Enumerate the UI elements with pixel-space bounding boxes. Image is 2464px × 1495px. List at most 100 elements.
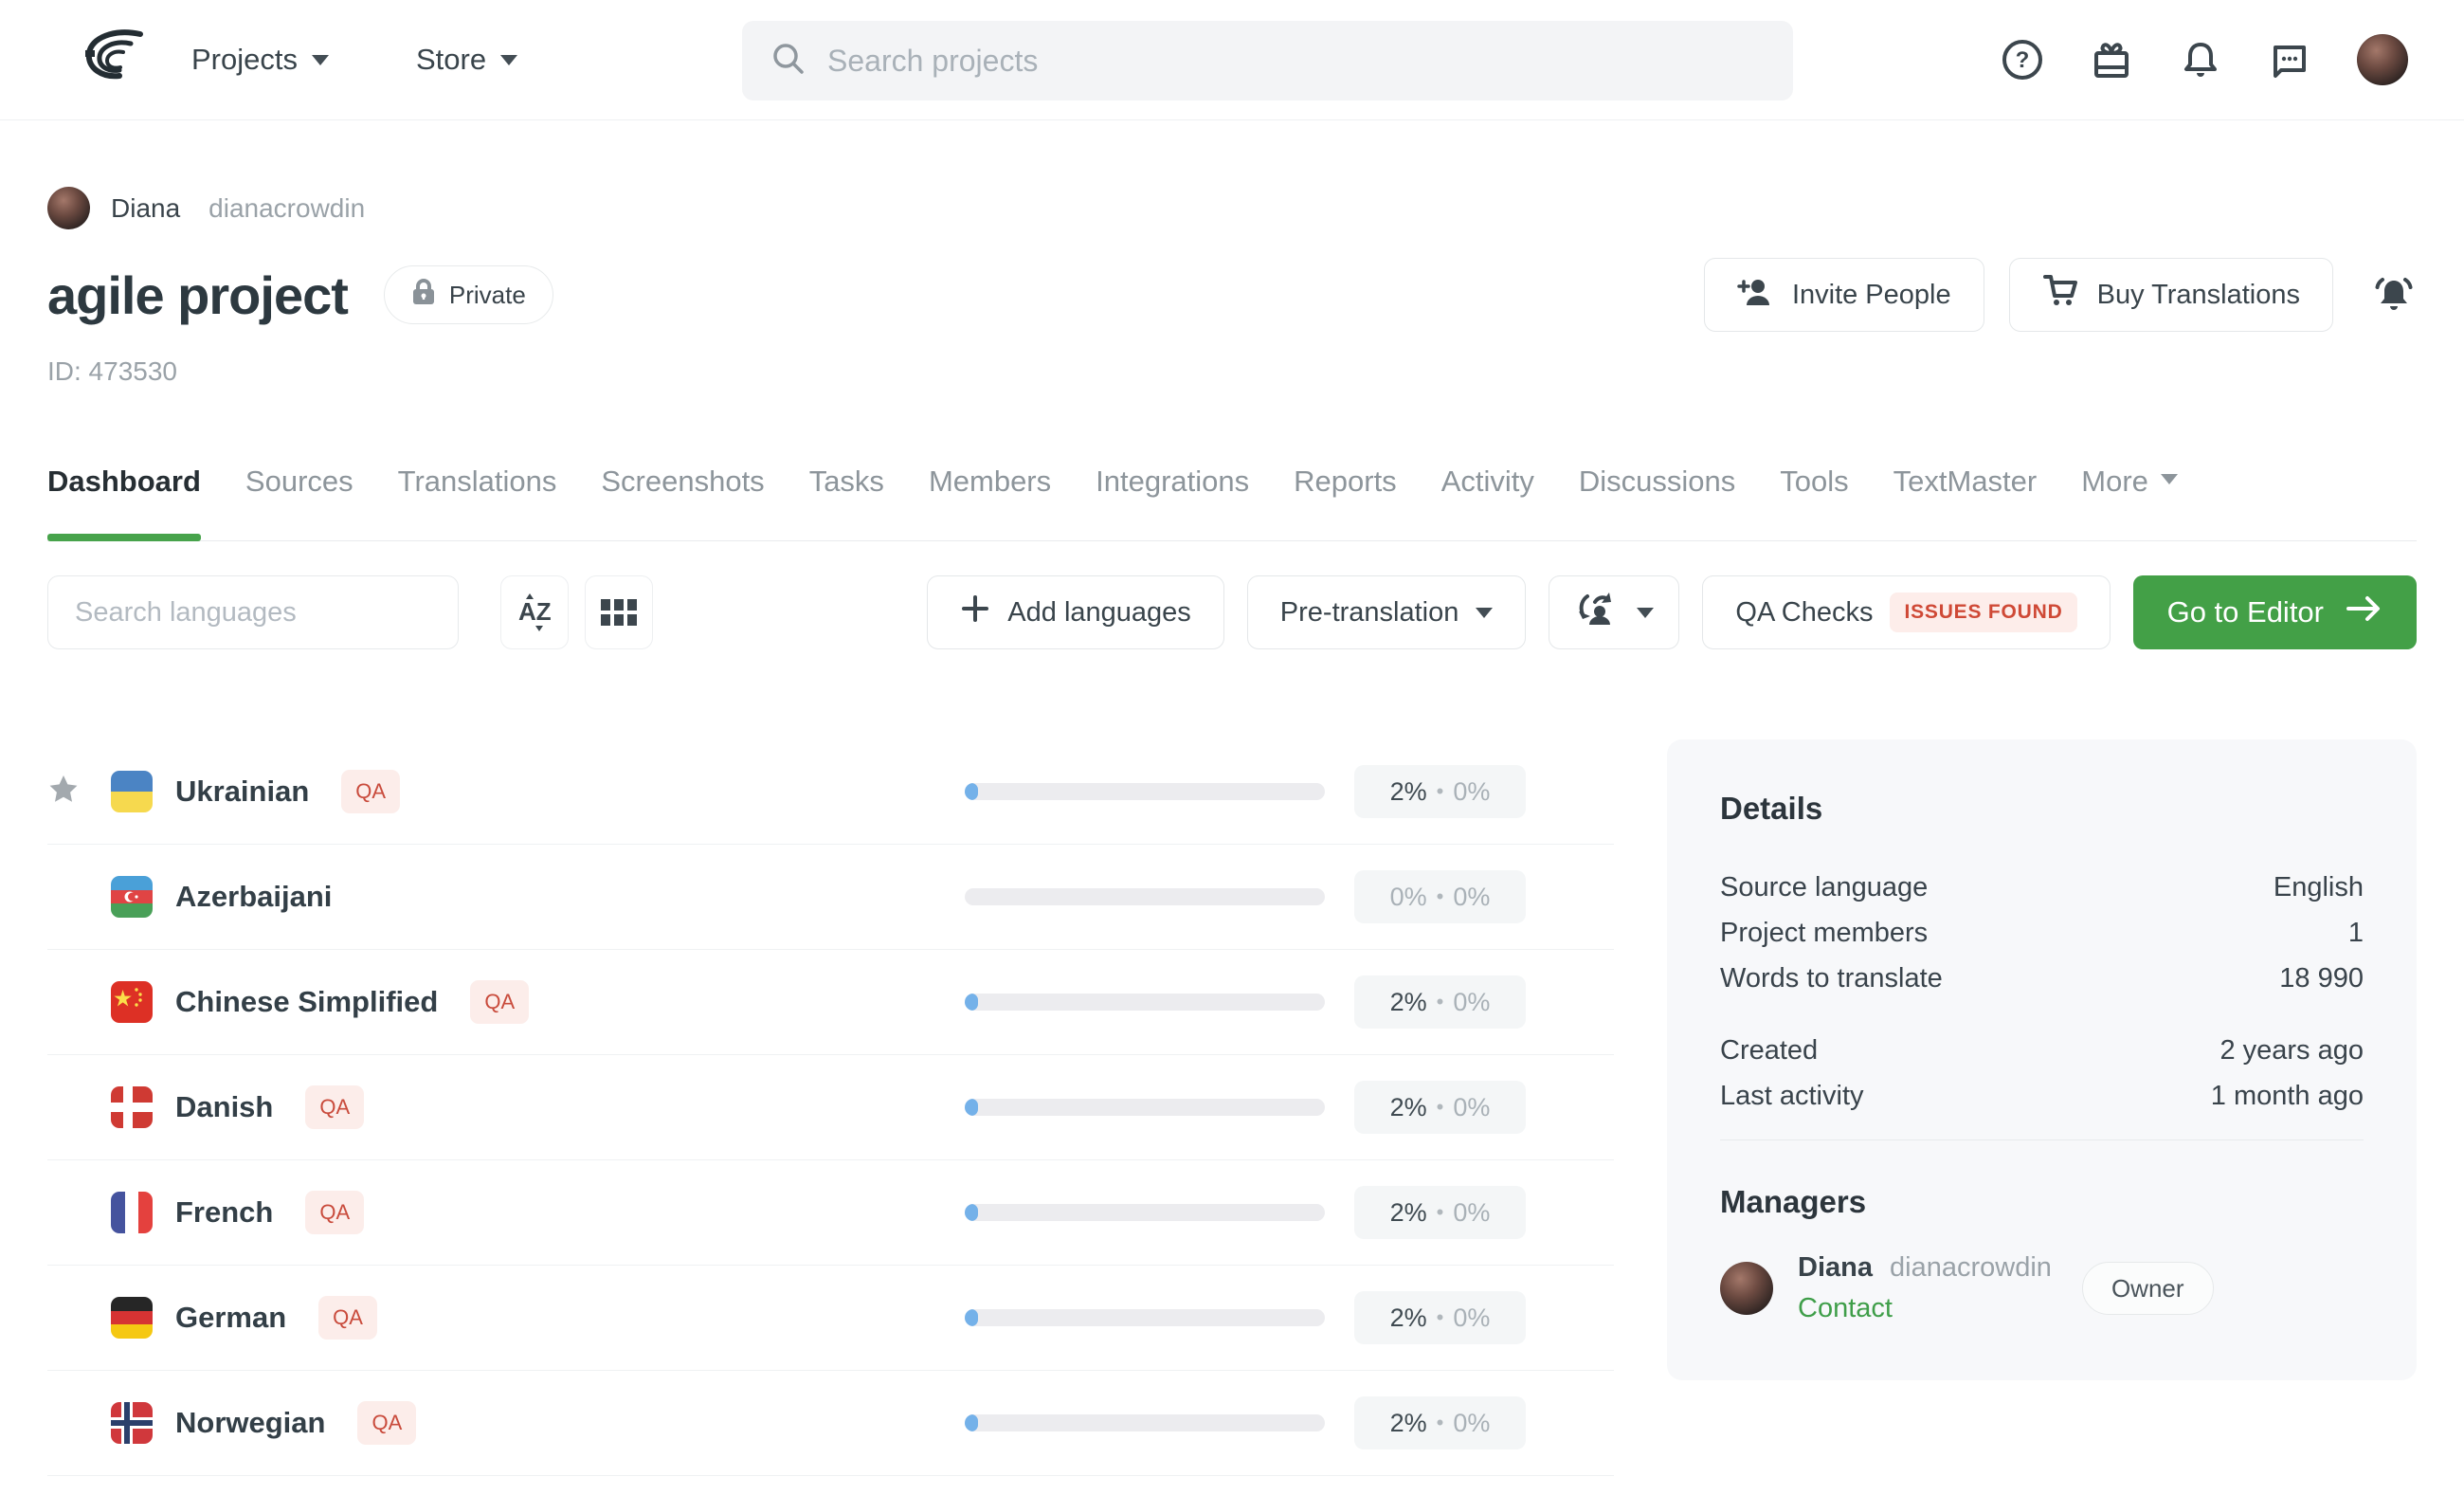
- tab-textmaster[interactable]: TextMaster: [1893, 465, 2038, 540]
- go-to-editor-label: Go to Editor: [2167, 595, 2324, 629]
- tab-tools[interactable]: Tools: [1780, 465, 1848, 540]
- qa-checks-button[interactable]: QA Checks ISSUES FOUND: [1702, 575, 2110, 649]
- help-icon[interactable]: ?: [2001, 38, 2044, 82]
- manager-role-badge: Owner: [2082, 1262, 2214, 1315]
- qa-issues-badge[interactable]: QA: [357, 1401, 416, 1445]
- tab-reports[interactable]: Reports: [1294, 465, 1397, 540]
- language-name[interactable]: Azerbaijani: [175, 880, 332, 914]
- language-name[interactable]: French: [175, 1195, 273, 1230]
- qa-issues-badge[interactable]: QA: [341, 770, 400, 813]
- messages-icon[interactable]: [2268, 38, 2311, 82]
- qa-issues-badge[interactable]: QA: [470, 980, 529, 1024]
- flag-azerbaijan-icon: [111, 876, 153, 918]
- owner-avatar[interactable]: [47, 187, 90, 229]
- language-row-danish[interactable]: Danish QA 2% • 0%: [47, 1055, 1614, 1160]
- nav-projects-label: Projects: [191, 43, 298, 77]
- notifications-bell-icon[interactable]: [2179, 38, 2222, 82]
- detail-project-members: Project members1: [1720, 910, 2364, 956]
- plus-icon: [960, 593, 990, 631]
- translation-progress-bar: [965, 994, 1325, 1011]
- nav-projects-menu[interactable]: Projects: [191, 43, 329, 77]
- chevron-down-icon: [2161, 474, 2178, 484]
- page-title: agile project: [47, 264, 348, 326]
- owner-name[interactable]: Diana: [111, 193, 180, 224]
- nav-store-menu[interactable]: Store: [416, 43, 517, 77]
- gift-icon[interactable]: [2090, 38, 2133, 82]
- search-languages-input[interactable]: [47, 575, 459, 649]
- go-to-editor-button[interactable]: Go to Editor: [2133, 575, 2417, 649]
- language-name[interactable]: Chinese Simplified: [175, 985, 438, 1019]
- language-row-azerbaijani[interactable]: Azerbaijani 0% • 0%: [47, 845, 1614, 950]
- language-row-french[interactable]: French QA 2% • 0%: [47, 1160, 1614, 1266]
- sync-person-icon: [1574, 587, 1620, 638]
- chevron-down-icon: [312, 55, 329, 65]
- sort-az-button[interactable]: AZ: [500, 575, 569, 649]
- project-notifications-bell-icon[interactable]: [2371, 273, 2417, 317]
- language-name[interactable]: German: [175, 1301, 286, 1335]
- owner-handle: dianacrowdin: [208, 193, 365, 224]
- search-projects-input[interactable]: [827, 44, 1765, 79]
- manager-handle: dianacrowdin: [1890, 1252, 2052, 1283]
- tab-members[interactable]: Members: [929, 465, 1051, 540]
- grid-view-button[interactable]: [585, 575, 653, 649]
- flag-china-icon: [111, 981, 153, 1023]
- user-avatar[interactable]: [2357, 34, 2408, 85]
- nav-links: Projects Store: [191, 0, 517, 119]
- tab-dashboard[interactable]: Dashboard: [47, 465, 201, 540]
- top-navbar: Projects Store ?: [0, 0, 2464, 120]
- buy-translations-button[interactable]: Buy Translations: [2009, 258, 2333, 332]
- language-row-norwegian[interactable]: Norwegian QA 2% • 0%: [47, 1371, 1614, 1476]
- chevron-down-icon: [500, 55, 517, 65]
- translation-progress-bar: [965, 1414, 1325, 1431]
- global-search[interactable]: [742, 21, 1793, 100]
- buy-translations-label: Buy Translations: [2097, 280, 2300, 311]
- invite-people-button[interactable]: Invite People: [1704, 258, 1984, 332]
- manager-avatar[interactable]: [1720, 1262, 1773, 1315]
- progress-stats-badge[interactable]: 2% • 0%: [1354, 1186, 1526, 1239]
- divider: [1720, 1139, 2364, 1140]
- favorite-star-icon[interactable]: [47, 774, 80, 811]
- navbar-icons: ?: [2001, 0, 2408, 119]
- pre-translation-label: Pre-translation: [1280, 597, 1459, 629]
- qa-issues-badge[interactable]: QA: [305, 1085, 364, 1129]
- manager-contact-link[interactable]: Contact: [1798, 1293, 2052, 1324]
- tab-screenshots[interactable]: Screenshots: [601, 465, 764, 540]
- language-row-chinese-simplified[interactable]: Chinese Simplified QA 2% • 0%: [47, 950, 1614, 1055]
- manager-name[interactable]: Diana: [1798, 1252, 1873, 1283]
- add-languages-button[interactable]: Add languages: [927, 575, 1224, 649]
- chevron-down-icon: [1476, 608, 1493, 618]
- progress-stats-badge[interactable]: 2% • 0%: [1354, 1291, 1526, 1344]
- visibility-badge: Private: [384, 265, 553, 324]
- tab-integrations[interactable]: Integrations: [1096, 465, 1249, 540]
- progress-stats-badge[interactable]: 2% • 0%: [1354, 975, 1526, 1029]
- progress-stats-badge[interactable]: 2% • 0%: [1354, 1396, 1526, 1449]
- language-name[interactable]: Ukrainian: [175, 775, 309, 809]
- translation-progress-bar: [965, 888, 1325, 905]
- managers-title: Managers: [1720, 1184, 2364, 1220]
- tab-sources[interactable]: Sources: [245, 465, 353, 540]
- arrow-right-icon: [2345, 593, 2382, 631]
- project-id: ID: 473530: [47, 356, 2417, 387]
- progress-stats-badge[interactable]: 0% • 0%: [1354, 870, 1526, 923]
- tab-tasks[interactable]: Tasks: [809, 465, 884, 540]
- pre-translation-button[interactable]: Pre-translation: [1247, 575, 1527, 649]
- add-languages-label: Add languages: [1007, 597, 1191, 629]
- crowdin-logo-icon[interactable]: [78, 27, 148, 90]
- language-name[interactable]: Danish: [175, 1090, 273, 1124]
- flag-denmark-icon: [111, 1086, 153, 1128]
- language-row-german[interactable]: German QA 2% • 0%: [47, 1266, 1614, 1371]
- flag-norway-icon: [111, 1402, 153, 1444]
- tab-discussions[interactable]: Discussions: [1579, 465, 1735, 540]
- language-row-ukrainian[interactable]: Ukrainian QA 2% • 0%: [47, 739, 1614, 845]
- tab-more[interactable]: More: [2081, 465, 2178, 540]
- progress-stats-badge[interactable]: 2% • 0%: [1354, 765, 1526, 818]
- qa-issues-badge[interactable]: QA: [305, 1191, 364, 1234]
- tab-activity[interactable]: Activity: [1441, 465, 1534, 540]
- tab-translations[interactable]: Translations: [398, 465, 557, 540]
- lock-icon: [411, 278, 436, 313]
- qa-issues-badge[interactable]: QA: [318, 1296, 377, 1340]
- language-name[interactable]: Norwegian: [175, 1406, 325, 1440]
- breadcrumb: Diana dianacrowdin: [47, 187, 2417, 229]
- progress-stats-badge[interactable]: 2% • 0%: [1354, 1081, 1526, 1134]
- machine-translation-button[interactable]: [1549, 575, 1679, 649]
